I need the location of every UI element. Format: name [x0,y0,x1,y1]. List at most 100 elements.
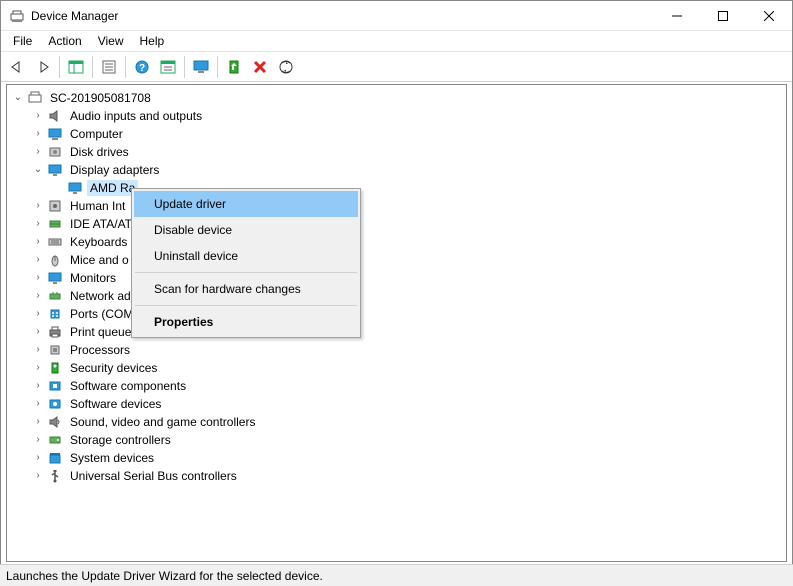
tree-root[interactable]: ⌄ SC-201905081708 [9,89,784,107]
toolbar-separator [217,56,218,78]
port-icon [47,306,63,322]
swdev-icon [47,396,63,412]
tree-node[interactable]: ›Network ad [9,287,784,305]
tree-node-label: Disk drives [67,144,132,160]
hid-icon [47,198,63,214]
tree-node[interactable]: › Disk drives [9,143,784,161]
tree-node-label: Software components [67,378,189,394]
tree-node[interactable]: ›System devices [9,449,784,467]
usb-icon [47,468,63,484]
close-button[interactable] [746,1,792,31]
app-icon [9,8,25,24]
tree-node[interactable]: › Security devices [9,359,784,377]
expander-icon[interactable]: › [31,253,45,267]
tree-node[interactable]: ›IDE ATA/AT [9,215,784,233]
expander-icon[interactable]: › [31,379,45,393]
display-icon [47,162,63,178]
window-title: Device Manager [31,9,118,23]
properties-button[interactable] [97,55,121,79]
expander-icon[interactable]: › [31,289,45,303]
help-button[interactable]: ? [130,55,154,79]
expander-icon[interactable]: › [31,235,45,249]
expander-icon[interactable]: › [31,469,45,483]
tree-node[interactable]: ›Audio inputs and outputs [9,107,784,125]
tree-node-label: Security devices [67,360,160,376]
menu-bar: File Action View Help [1,31,792,52]
expander-icon[interactable]: ⌄ [11,91,25,105]
context-menu-item[interactable]: Update driver [134,191,358,217]
tree-node-label: Mice and o [67,252,132,268]
expander-icon[interactable]: ⌄ [31,163,45,177]
context-menu-item[interactable]: Disable device [134,217,358,243]
expander-icon[interactable]: › [31,325,45,339]
tree-node-label: Sound, video and game controllers [67,414,258,430]
toolbar-separator [184,56,185,78]
tree-node[interactable]: ›Processors [9,341,784,359]
context-menu-item[interactable]: Properties [134,309,358,335]
security-icon [47,360,63,376]
tree-node-label: Universal Serial Bus controllers [67,468,240,484]
title-bar: Device Manager [1,1,792,31]
expander-icon[interactable]: › [31,127,45,141]
tree-node[interactable]: › Software components [9,377,784,395]
uninstall-button[interactable] [248,55,272,79]
expander-icon[interactable]: › [31,451,45,465]
tree-node-display-adapters[interactable]: ⌄ Display adapters [9,161,784,179]
expander-icon[interactable]: › [31,199,45,213]
context-menu-item[interactable]: Scan for hardware changes [134,276,358,302]
expander-icon[interactable]: › [31,397,45,411]
expander-icon[interactable]: › [31,145,45,159]
window-controls [654,1,792,31]
tree-node[interactable]: › Computer [9,125,784,143]
expander-icon[interactable]: › [31,271,45,285]
forward-button[interactable] [31,55,55,79]
menu-file[interactable]: File [5,32,40,50]
tree-node-label: Computer [67,126,126,142]
tree-node[interactable]: › Mice and o [9,251,784,269]
tree-node-label: Software devices [67,396,164,412]
scan-button[interactable] [274,55,298,79]
tree-node[interactable]: ›Ports (COM & LPT) [9,305,784,323]
swcomp-icon [47,378,63,394]
tree-node-label: SC-201905081708 [47,90,154,106]
tree-node[interactable]: ›Human Int [9,197,784,215]
expander-icon[interactable]: › [31,217,45,231]
tree-node-label: Storage controllers [67,432,174,448]
back-button[interactable] [5,55,29,79]
tree-node-label: Keyboards [67,234,130,250]
status-text: Launches the Update Driver Wizard for th… [6,569,323,583]
monitor-button[interactable] [189,55,213,79]
options-button[interactable] [156,55,180,79]
cpu-icon [47,342,63,358]
tree-node[interactable]: ›Monitors [9,269,784,287]
tree-node[interactable]: › Keyboards [9,233,784,251]
menu-view[interactable]: View [90,32,132,50]
computer-icon [27,90,43,106]
menu-action[interactable]: Action [40,32,89,50]
maximize-button[interactable] [700,1,746,31]
tree-node-amd-device[interactable]: AMD Ra [9,179,784,197]
tree-node[interactable]: › Software devices [9,395,784,413]
status-bar: Launches the Update Driver Wizard for th… [0,564,793,586]
tree-node[interactable]: › Print queues [9,323,784,341]
expander-icon[interactable]: › [31,307,45,321]
minimize-button[interactable] [654,1,700,31]
expander-icon[interactable]: › [31,361,45,375]
expander-icon[interactable]: › [31,433,45,447]
tree-node-label: Display adapters [67,162,162,178]
tree-node-label: Print queues [67,324,140,340]
tree-node[interactable]: › Sound, video and game controllers [9,413,784,431]
show-hide-tree-button[interactable] [64,55,88,79]
menu-help[interactable]: Help [132,32,173,50]
display-icon [67,180,83,196]
context-menu-separator [135,272,357,273]
expander-icon[interactable]: › [31,415,45,429]
expander-icon[interactable]: › [31,343,45,357]
device-tree[interactable]: ⌄ SC-201905081708 ›Audio inputs and outp… [6,84,787,562]
tree-node[interactable]: › Universal Serial Bus controllers [9,467,784,485]
context-menu: Update driverDisable deviceUninstall dev… [131,188,361,338]
context-menu-item[interactable]: Uninstall device [134,243,358,269]
update-driver-button[interactable] [222,55,246,79]
expander-icon[interactable]: › [31,109,45,123]
tree-node[interactable]: › Storage controllers [9,431,784,449]
